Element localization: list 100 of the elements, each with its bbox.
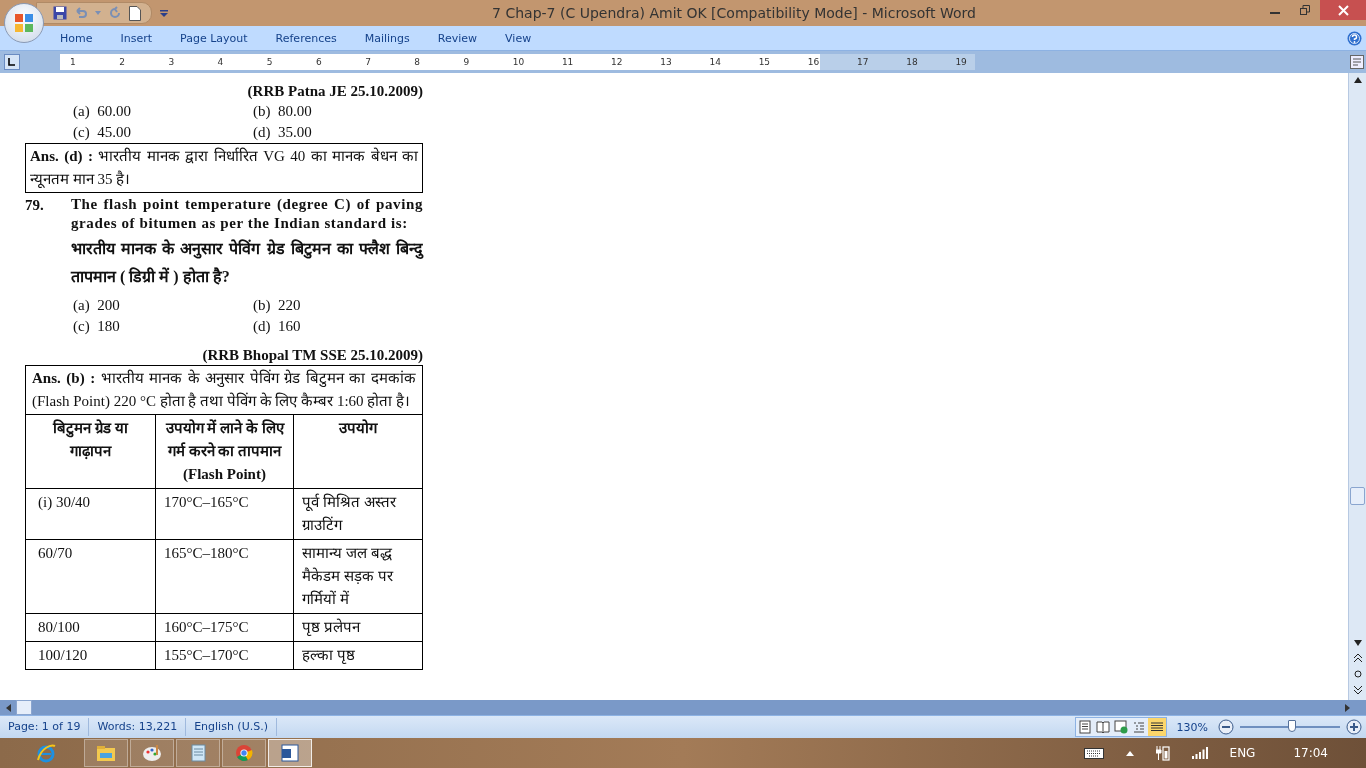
ribbon-tab[interactable]: Mailings bbox=[350, 27, 424, 49]
exam-source: (RRB Patna JE 25.10.2009) bbox=[246, 82, 423, 101]
new-document-icon[interactable] bbox=[129, 5, 141, 21]
scroll-down-icon[interactable] bbox=[1353, 640, 1362, 646]
table-cell: 155°C–170°C bbox=[155, 641, 294, 670]
table-header: बिटुमन ग्रेड या गाढ़ापन bbox=[25, 414, 156, 489]
word-app-icon bbox=[279, 742, 301, 764]
scroll-left-icon[interactable] bbox=[6, 703, 11, 712]
clock[interactable]: 17:04 bbox=[1293, 746, 1328, 760]
answer-option: (d) 160 bbox=[253, 316, 433, 337]
notepad-taskbar-button[interactable] bbox=[176, 739, 220, 767]
ruler-number: 18 bbox=[906, 56, 919, 69]
window-title: 7 Chap-7 (C Upendra) Amit OK [Compatibility Mode] - Microsoft Word bbox=[491, 5, 977, 21]
close-icon bbox=[1337, 4, 1349, 16]
show-hidden-icons-icon[interactable] bbox=[1125, 750, 1134, 756]
answer-option: (b) 80.00 bbox=[253, 101, 433, 122]
signal-icon[interactable] bbox=[1191, 747, 1208, 759]
close-button[interactable] bbox=[1320, 0, 1366, 20]
battery-icon[interactable] bbox=[1155, 745, 1170, 761]
ruler-number: 19 bbox=[955, 56, 967, 69]
paint-taskbar-button[interactable] bbox=[130, 739, 174, 767]
ruler-number: 12 bbox=[611, 56, 624, 69]
ruler-number: 9 bbox=[463, 56, 471, 69]
answer-option: (c) 45.00 bbox=[73, 122, 253, 143]
input-language[interactable]: ENG bbox=[1229, 746, 1256, 760]
ruler-number: 3 bbox=[168, 56, 176, 69]
word-count[interactable]: Words: 13,221 bbox=[89, 718, 187, 736]
ruler-number: 5 bbox=[266, 56, 274, 69]
ruler-number: 11 bbox=[561, 56, 575, 69]
tab-selector-icon[interactable] bbox=[4, 54, 20, 70]
table-cell: 100/120 bbox=[25, 641, 156, 670]
answer-option: (a) 200 bbox=[73, 295, 253, 316]
ruler-number: 10 bbox=[512, 56, 526, 69]
table-cell: 60/70 bbox=[25, 539, 156, 614]
customize-toolbar-icon[interactable] bbox=[160, 9, 168, 17]
page-count[interactable]: Page: 1 of 19 bbox=[0, 718, 90, 736]
answer-option: (d) 35.00 bbox=[253, 122, 433, 143]
draft-view-icon bbox=[1149, 720, 1164, 734]
restore-icon bbox=[1300, 5, 1310, 15]
ruler-number: 17 bbox=[857, 56, 870, 69]
scroll-thumb[interactable] bbox=[16, 700, 32, 715]
table-header: उपयोग bbox=[293, 414, 423, 489]
zoom-in-icon[interactable] bbox=[1346, 719, 1362, 735]
reading-view-icon bbox=[1095, 720, 1110, 734]
scroll-thumb[interactable] bbox=[1350, 487, 1365, 505]
scroll-up-icon[interactable] bbox=[1353, 77, 1362, 83]
question-number: 79. bbox=[25, 196, 45, 215]
answer-text: Ans. (d) : भारतीय मानक द्वारा निर्धारित VG 40 का मानक बेधन का न्यूनतम मान 35 है। bbox=[30, 146, 418, 190]
ruler-number: 15 bbox=[758, 56, 772, 69]
answer-option: (c) 180 bbox=[73, 316, 253, 337]
save-icon[interactable] bbox=[53, 6, 67, 20]
ie-app-icon bbox=[35, 742, 57, 764]
table-cell: 165°C–180°C bbox=[155, 539, 294, 614]
ruler-number: 7 bbox=[365, 56, 372, 69]
ribbon-tab[interactable]: View bbox=[491, 27, 546, 49]
question-text: The flash point temperature (degree C) of paving grades of bitumen as per the Indian standard is: bbox=[71, 195, 423, 233]
ruler-number: 4 bbox=[217, 56, 225, 69]
answer-option: (a) 60.00 bbox=[73, 101, 253, 122]
help-icon[interactable] bbox=[1347, 30, 1362, 46]
table-cell: 80/100 bbox=[25, 613, 156, 642]
ribbon-tab[interactable]: Home bbox=[46, 27, 107, 49]
ruler-number: 13 bbox=[660, 56, 673, 69]
answer-text: Ans. (b) : भारतीय मानक के अनुसार पेविंग ग्रेड बिटुमन का दमकांक (Flash Point) 220 °C होता है तथा पेविंग के लिए कैम्बर 1:60 होता है। bbox=[32, 368, 416, 411]
print-view-icon bbox=[1077, 720, 1092, 734]
previous-page-icon[interactable] bbox=[1353, 654, 1362, 662]
ribbon-tab[interactable]: Page Layout bbox=[166, 27, 262, 49]
table-cell: 160°C–175°C bbox=[155, 613, 294, 642]
view-ruler-icon[interactable] bbox=[1350, 55, 1364, 69]
question-text: भारतीय मानक के अनुसार पेविंग ग्रेड बिटुमन का फ्लैश बिन्दु तापमान ( डिग्री में ) होता है? bbox=[71, 238, 423, 288]
browse-object-icon[interactable] bbox=[1353, 670, 1362, 678]
table-cell: पृष्ठ प्रलेपन bbox=[293, 613, 423, 642]
keyboard-icon[interactable] bbox=[1083, 747, 1104, 759]
scroll-right-icon[interactable] bbox=[1345, 703, 1350, 712]
paint-app-icon bbox=[141, 742, 163, 764]
ruler-number: 1 bbox=[70, 56, 77, 69]
web-view-icon bbox=[1113, 720, 1128, 734]
ruler-number: 16 bbox=[807, 56, 821, 69]
ruler-number: 8 bbox=[414, 56, 422, 69]
outline-view-icon bbox=[1131, 720, 1146, 734]
table-cell: पूर्व मिश्रित अस्तर ग्राउटिंग bbox=[293, 488, 423, 540]
chrome-app-icon bbox=[233, 742, 255, 764]
word-taskbar-button[interactable] bbox=[268, 739, 312, 767]
zoom-level[interactable]: 130% bbox=[1172, 720, 1212, 734]
next-page-icon[interactable] bbox=[1353, 686, 1362, 694]
exam-source: (RRB Bhopal TM SSE 25.10.2009) bbox=[201, 346, 423, 365]
table-header: उपयोग में लाने के लिए गर्म करने का तापमान (Flash Point) bbox=[155, 414, 294, 489]
zoom-out-icon[interactable] bbox=[1218, 719, 1234, 735]
zoom-slider-thumb[interactable] bbox=[1288, 720, 1296, 732]
answer-option: (b) 220 bbox=[253, 295, 433, 316]
table-cell: हल्का पृष्ठ bbox=[293, 641, 423, 670]
language-indicator[interactable]: English (U.S.) bbox=[186, 718, 277, 736]
print-view-button[interactable] bbox=[1075, 718, 1094, 736]
ruler-number: 14 bbox=[709, 56, 722, 69]
table-cell: 170°C–165°C bbox=[155, 488, 294, 540]
ruler-number: 2 bbox=[119, 56, 126, 69]
ribbon-tab[interactable]: References bbox=[261, 27, 351, 49]
minimize-icon bbox=[1270, 12, 1280, 14]
ribbon-tab[interactable]: Insert bbox=[106, 27, 167, 49]
ribbon-tab[interactable]: Review bbox=[423, 27, 492, 49]
ruler-number: 6 bbox=[315, 56, 323, 69]
